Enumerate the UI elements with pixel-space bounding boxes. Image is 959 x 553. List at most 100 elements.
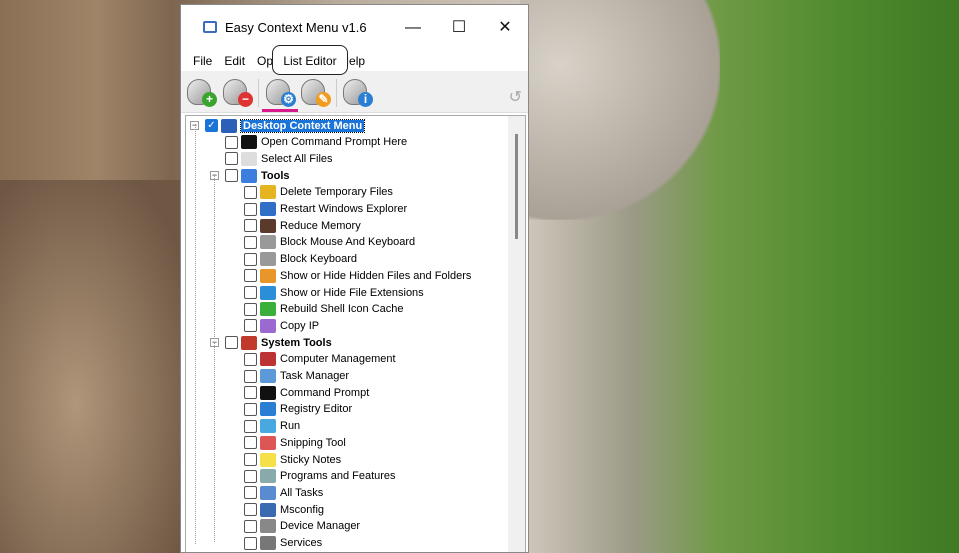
undo-icon[interactable]: ↺ [509, 87, 522, 107]
item-checkbox[interactable]: ✓ [205, 119, 218, 132]
item-icon [241, 168, 257, 183]
item-label: Show or Hide File Extensions [280, 286, 424, 299]
add-icon: + [202, 92, 217, 107]
tree-group[interactable]: − ✓ Desktop Context Menu [190, 117, 366, 134]
item-checkbox[interactable] [244, 319, 257, 333]
tree-item[interactable]: Computer Management [244, 351, 396, 368]
app-icon [203, 21, 217, 33]
item-label: All Tasks [280, 486, 324, 499]
tree-item[interactable]: Select All Files [225, 150, 333, 167]
item-checkbox[interactable] [244, 302, 257, 316]
item-checkbox[interactable] [244, 536, 257, 550]
about-icon: i [358, 92, 373, 107]
tree-item[interactable]: Registry Editor [244, 401, 352, 418]
item-checkbox[interactable] [244, 436, 257, 450]
item-label: Select All Files [261, 152, 333, 165]
item-checkbox[interactable] [244, 185, 257, 199]
cleaner-icon: ✎ [316, 92, 331, 107]
item-label: Task Manager [280, 370, 350, 382]
tree-item[interactable]: Show or Hide File Extensions [244, 284, 424, 301]
tree-item[interactable]: Command Prompt [244, 384, 369, 401]
tree-group[interactable]: − System Tools [210, 334, 332, 351]
background-photo-face [520, 0, 720, 220]
item-icon [260, 285, 276, 300]
tree-item[interactable]: Reduce Memory [244, 217, 361, 234]
item-icon [260, 369, 276, 383]
item-label: Registry Editor [280, 403, 353, 416]
item-checkbox[interactable] [244, 286, 257, 299]
item-checkbox[interactable] [225, 152, 238, 166]
item-icon [260, 218, 276, 233]
item-checkbox[interactable] [225, 336, 238, 350]
item-checkbox[interactable] [244, 486, 257, 500]
item-label: Snipping Tool [280, 436, 346, 449]
item-icon [260, 419, 276, 434]
item-checkbox[interactable] [225, 135, 238, 149]
item-checkbox[interactable] [244, 352, 257, 366]
tree-item[interactable]: Block Keyboard [244, 251, 357, 268]
item-checkbox[interactable] [244, 453, 257, 466]
item-icon [260, 318, 276, 333]
tree-item[interactable]: Rebuild Shell Icon Cache [244, 301, 404, 318]
maximize-button[interactable]: ☐ [436, 15, 482, 41]
item-checkbox[interactable] [244, 469, 257, 483]
vertical-scrollbar[interactable] [508, 116, 525, 552]
tree-item[interactable]: Programs and Features [244, 468, 396, 485]
remove-button[interactable]: − [221, 77, 253, 107]
toolbar-separator [336, 79, 337, 107]
item-icon [260, 435, 276, 450]
tree-item[interactable]: Device Manager [244, 518, 360, 535]
item-checkbox[interactable] [244, 369, 257, 383]
menu-file[interactable]: File [187, 51, 218, 71]
add-button[interactable]: + [185, 77, 217, 107]
tree-item[interactable]: Block Mouse And Keyboard [244, 234, 415, 251]
tree-item[interactable]: Msconfig [244, 501, 324, 518]
menu-bar: File Edit Options Help [181, 51, 528, 71]
item-icon [260, 402, 276, 417]
menu-edit[interactable]: Edit [218, 51, 251, 71]
tree-item[interactable]: Run [244, 418, 300, 435]
close-button[interactable]: ✕ [482, 15, 528, 41]
item-label: Tools [261, 169, 290, 182]
scrollbar-thumb[interactable] [515, 134, 518, 239]
tree-item[interactable]: Snipping Tool [244, 434, 346, 451]
tree-item[interactable]: Services [244, 535, 322, 552]
item-checkbox[interactable] [244, 235, 257, 249]
item-label: Delete Temporary Files [280, 186, 393, 199]
item-checkbox[interactable] [244, 386, 257, 400]
item-checkbox[interactable] [244, 219, 257, 233]
list-editor-button[interactable]: ⚙ [264, 77, 296, 107]
item-label: Open Command Prompt Here [261, 136, 408, 149]
tree-item[interactable]: Task Manager [244, 368, 349, 385]
tree-item[interactable]: Copy IP [244, 317, 319, 334]
item-icon [241, 151, 257, 166]
tree-item[interactable]: Show or Hide Hidden Files and Folders [244, 267, 471, 284]
item-checkbox[interactable] [244, 519, 257, 533]
tree-group[interactable]: − Tools [210, 167, 290, 184]
item-checkbox[interactable] [244, 202, 257, 216]
item-checkbox[interactable] [244, 269, 257, 283]
tree-item[interactable]: Delete Temporary Files [244, 184, 393, 201]
item-icon [260, 485, 276, 500]
item-icon [260, 268, 276, 283]
about-button[interactable]: i [341, 77, 373, 107]
context-menu-tree: − ✓ Desktop Context Menu Open Command Promp… [185, 115, 526, 552]
item-icon [260, 536, 276, 550]
item-label: System Tools [261, 336, 332, 349]
item-label: Run [280, 420, 301, 433]
item-icon [241, 135, 257, 150]
tree-item[interactable]: Sticky Notes [244, 451, 341, 468]
item-icon [241, 335, 257, 350]
active-indicator [262, 109, 298, 112]
item-checkbox[interactable] [244, 503, 257, 517]
item-checkbox[interactable] [244, 419, 257, 433]
item-checkbox[interactable] [244, 402, 257, 416]
item-icon [260, 202, 276, 216]
tree-item[interactable]: Open Command Prompt Here [225, 134, 407, 151]
tree-item[interactable]: Restart Windows Explorer [244, 201, 407, 218]
tree-item[interactable]: All Tasks [244, 484, 323, 501]
item-checkbox[interactable] [244, 252, 257, 266]
cleaner-button[interactable]: ✎ [299, 77, 331, 107]
minimize-button[interactable]: — [390, 15, 436, 41]
item-checkbox[interactable] [225, 169, 238, 183]
